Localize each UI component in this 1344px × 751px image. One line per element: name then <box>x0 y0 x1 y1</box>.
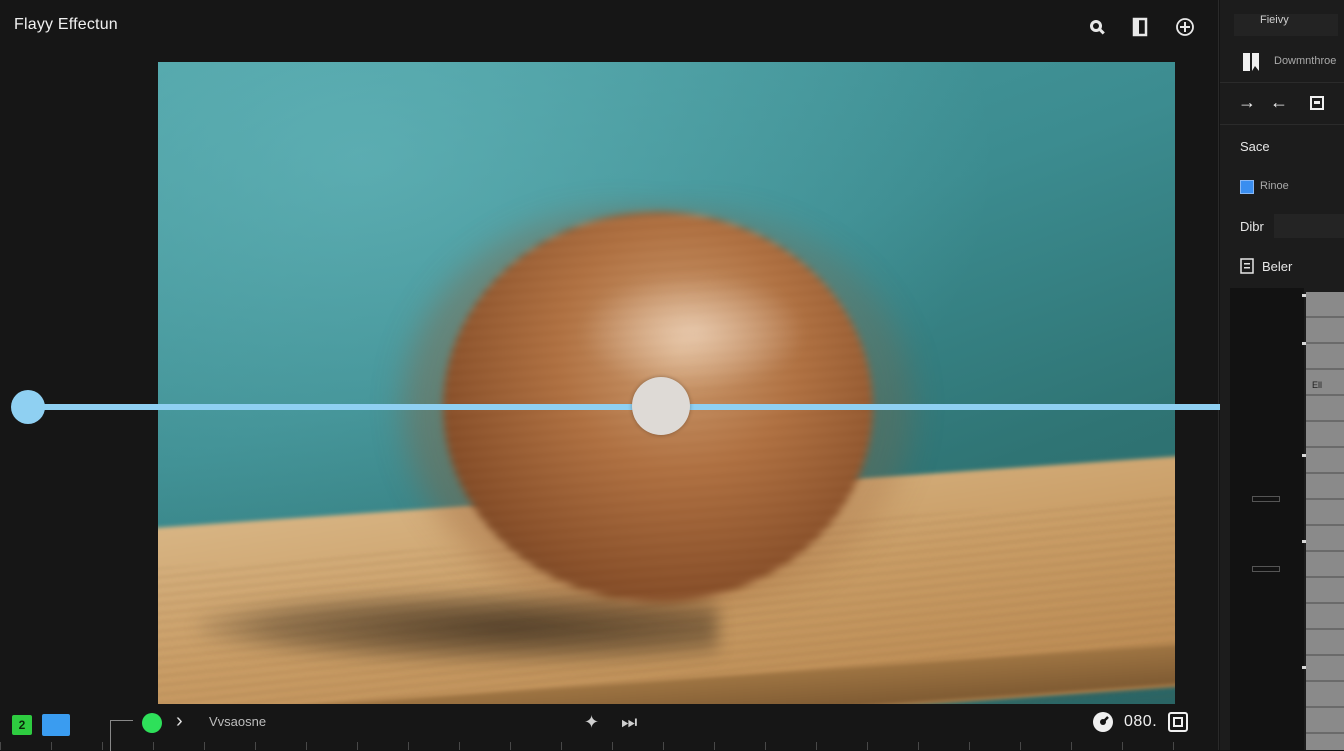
panel-row-preset[interactable]: Dowmnthroe <box>1220 44 1344 83</box>
arrow-left-icon[interactable]: ← <box>1270 92 1288 113</box>
app-window: Flayy Effectun 2 › Vvsaosne ✦ ⏭ 080. Fie… <box>0 0 1344 751</box>
slider-tick <box>1302 540 1306 543</box>
value-display: 080. <box>1124 713 1158 730</box>
step-forward-icon[interactable]: ⏭ <box>621 712 637 733</box>
layer-count-badge[interactable]: 2 <box>12 715 32 735</box>
arrow-right-icon[interactable]: → <box>1238 92 1256 113</box>
panel-title: Fieivy <box>1234 14 1338 36</box>
top-toolbar <box>1086 16 1196 38</box>
checkbox[interactable] <box>1240 180 1254 194</box>
color-swatch[interactable] <box>42 714 70 736</box>
slider-tick <box>1302 294 1306 297</box>
value-field[interactable] <box>1274 214 1344 238</box>
panel-row-direction: → ← <box>1220 82 1344 125</box>
slider-label: Ell <box>1312 380 1323 390</box>
chevron-right-icon[interactable]: › <box>176 710 183 733</box>
slider-marker <box>1252 566 1280 572</box>
section-label-3: Beler <box>1262 259 1293 274</box>
document-icon[interactable] <box>1240 258 1254 274</box>
app-title: Flayy Effectun <box>14 16 118 33</box>
bookmark-icon[interactable] <box>1242 52 1260 72</box>
slider-tick <box>1302 454 1306 457</box>
speed-dial-icon[interactable] <box>1092 711 1114 733</box>
fullscreen-icon[interactable] <box>1167 711 1189 733</box>
star-icon[interactable]: ✦ <box>584 712 599 733</box>
bottom-label: Vvsaosne <box>209 714 267 729</box>
ball-shadow <box>198 592 718 662</box>
properties-panel: Fieivy Dowmnthroe → ← Sace Rinoe Dibr Be… <box>1220 0 1344 750</box>
ball-highlight <box>578 272 808 392</box>
section-label-1: Sace <box>1240 139 1270 154</box>
add-circle-icon[interactable] <box>1174 16 1196 38</box>
zoom-icon[interactable] <box>1086 16 1108 38</box>
section-label-2: Dibr <box>1240 219 1264 234</box>
motion-vector-center-handle[interactable] <box>632 377 690 435</box>
layers-icon[interactable] <box>1130 16 1152 38</box>
value-readout: 080. <box>1092 711 1189 733</box>
slider-track[interactable] <box>1230 288 1304 750</box>
slider-marker <box>1252 496 1280 502</box>
timeline-ruler[interactable] <box>0 742 1218 750</box>
bottom-bar: 2 › Vvsaosne ✦ ⏭ 080. <box>0 706 1218 751</box>
slider-segments[interactable] <box>1306 292 1344 750</box>
preset-label: Dowmnthroe <box>1274 55 1337 67</box>
frame-icon[interactable] <box>1310 96 1324 110</box>
motion-vector-start-handle[interactable] <box>11 390 45 424</box>
checkbox-label: Rinoe <box>1260 180 1289 192</box>
layer-badges: 2 <box>12 714 70 736</box>
slider-tick <box>1302 342 1306 345</box>
playback-controls: ✦ ⏭ <box>584 712 637 733</box>
status-indicator-dot[interactable] <box>142 713 162 733</box>
vertical-slider[interactable]: Ell <box>1230 288 1344 750</box>
slider-tick <box>1302 666 1306 669</box>
viewer-area: Flayy Effectun 2 › Vvsaosne ✦ ⏭ 080. <box>0 0 1219 751</box>
